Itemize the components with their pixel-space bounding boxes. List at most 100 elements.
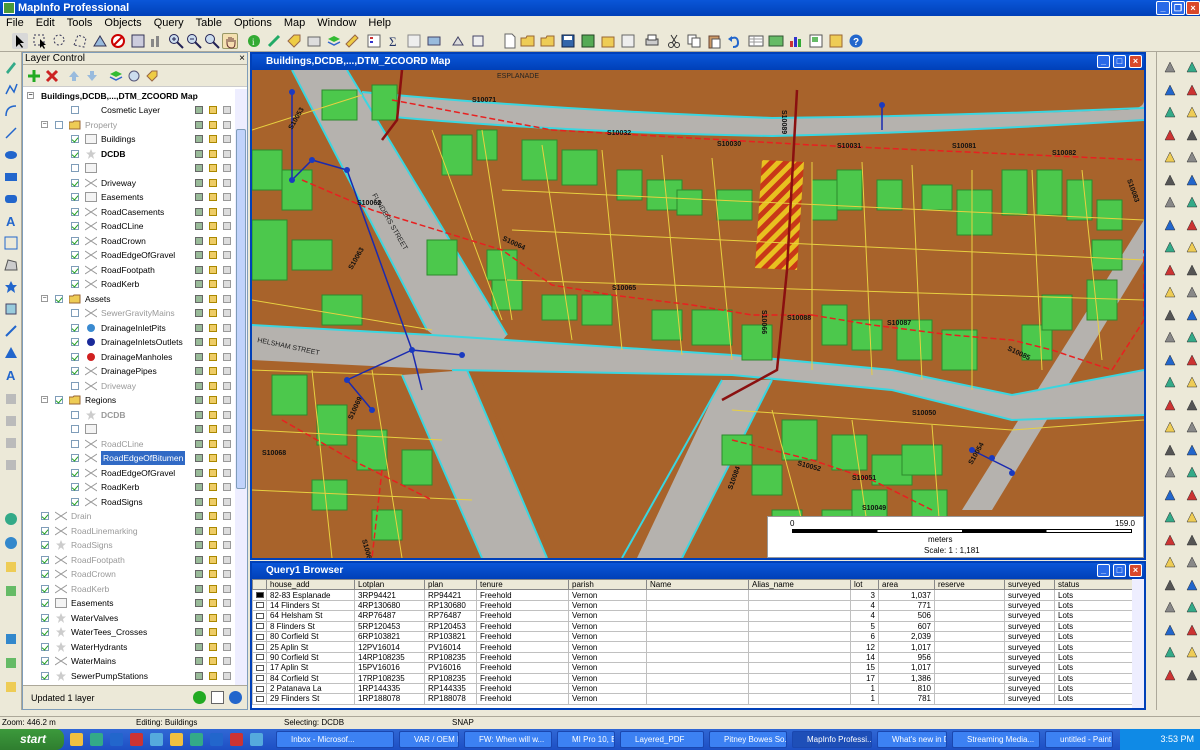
- table-cell[interactable]: RP103821: [424, 630, 477, 643]
- right-tool-icon[interactable]: [1185, 330, 1199, 344]
- editable-toggle-icon[interactable]: [195, 251, 203, 259]
- right-tool-icon[interactable]: [1185, 218, 1199, 232]
- table-cell[interactable]: [646, 651, 749, 664]
- close-icon[interactable]: ×: [1186, 1, 1200, 15]
- editable-toggle-icon[interactable]: [195, 164, 203, 172]
- restore-icon[interactable]: ❐: [1171, 1, 1185, 15]
- table-cell[interactable]: Vernon: [568, 682, 647, 695]
- column-header[interactable]: Alias_name: [748, 578, 851, 591]
- editable-toggle-icon[interactable]: [195, 454, 203, 462]
- table-cell[interactable]: Vernon: [568, 672, 647, 684]
- table-cell[interactable]: RP120453: [424, 620, 477, 632]
- table-cell[interactable]: [646, 599, 749, 612]
- layer-row[interactable]: RoadEdgeOfBitumen: [23, 451, 235, 465]
- selectable-toggle-icon[interactable]: [209, 526, 217, 535]
- label-toggle-icon[interactable]: [223, 439, 231, 448]
- label-toggle-icon[interactable]: [223, 323, 231, 332]
- label-tool-icon[interactable]: [286, 33, 302, 49]
- editable-toggle-icon[interactable]: [195, 367, 203, 375]
- selectable-toggle-icon[interactable]: [209, 497, 217, 506]
- editable-toggle-icon[interactable]: [195, 468, 203, 477]
- table-cell[interactable]: Lots: [1054, 693, 1133, 705]
- reshape-icon[interactable]: [450, 33, 466, 49]
- table-cell[interactable]: [748, 651, 851, 664]
- layer-row[interactable]: WaterHydrants: [23, 640, 235, 654]
- column-header[interactable]: parish: [568, 578, 647, 591]
- selectable-toggle-icon[interactable]: [209, 280, 217, 288]
- row-selector[interactable]: [252, 630, 267, 643]
- layer-row[interactable]: RoadCasements: [23, 205, 235, 219]
- tool-icon-h[interactable]: [4, 656, 18, 670]
- map-minimize-icon[interactable]: _: [1097, 55, 1110, 68]
- editable-toggle-icon[interactable]: [195, 265, 203, 274]
- label-toggle-icon[interactable]: [223, 164, 231, 172]
- table-cell[interactable]: surveyed: [1004, 589, 1055, 601]
- selectable-toggle-icon[interactable]: [209, 439, 217, 448]
- table-cell[interactable]: 15PV16016: [354, 662, 425, 674]
- layer-row[interactable]: RoadEdgeOfGravel: [23, 248, 235, 262]
- table-cell[interactable]: [934, 682, 1005, 695]
- label-toggle-icon[interactable]: [223, 251, 231, 259]
- selectable-toggle-icon[interactable]: [209, 251, 217, 259]
- selectable-toggle-icon[interactable]: [209, 207, 217, 216]
- right-tool-icon[interactable]: [1185, 555, 1199, 569]
- layer-row[interactable]: RoadFootpath: [23, 553, 235, 567]
- table-cell[interactable]: 8 Flinders St: [266, 620, 355, 632]
- column-header[interactable]: lot: [850, 578, 879, 591]
- quick-launch-icon[interactable]: [190, 733, 203, 746]
- table-cell[interactable]: [748, 682, 851, 695]
- status-snap[interactable]: SNAP: [452, 717, 474, 729]
- label-toggle-icon[interactable]: [223, 570, 231, 578]
- row-selector[interactable]: [252, 589, 267, 601]
- layer-visibility-checkbox[interactable]: [41, 628, 49, 636]
- layer-visibility-checkbox[interactable]: [71, 222, 79, 230]
- selectable-toggle-icon[interactable]: [209, 657, 217, 665]
- table-cell[interactable]: Lots: [1054, 630, 1133, 643]
- table-cell[interactable]: [934, 589, 1005, 601]
- copy-icon[interactable]: [686, 33, 702, 49]
- table-cell[interactable]: Freehold: [476, 599, 569, 612]
- taskbar-button[interactable]: MapInfo Professi...: [792, 731, 872, 748]
- table-cell[interactable]: RP144335: [424, 682, 477, 695]
- table-cell[interactable]: [646, 672, 749, 684]
- layer-visibility-checkbox[interactable]: [71, 497, 79, 506]
- minimize-icon[interactable]: _: [1156, 1, 1170, 15]
- table-cell[interactable]: 2,039: [878, 630, 935, 643]
- selectable-toggle-icon[interactable]: [209, 584, 217, 593]
- layer-row[interactable]: − Property: [23, 118, 235, 132]
- table-cell[interactable]: 2 Patanava La: [266, 682, 355, 695]
- table-cell[interactable]: 25 Aplin St: [266, 641, 355, 653]
- table-cell[interactable]: [748, 589, 851, 601]
- browser-minimize-icon[interactable]: _: [1097, 564, 1110, 577]
- new-redistrict-icon[interactable]: [828, 33, 844, 49]
- selectable-toggle-icon[interactable]: [209, 236, 217, 245]
- column-header[interactable]: house_add: [266, 578, 355, 591]
- layer-row[interactable]: RoadEdgeOfGravel: [23, 466, 235, 480]
- table-cell[interactable]: Freehold: [476, 610, 569, 622]
- tool-icon-c[interactable]: [4, 436, 18, 450]
- right-tool-icon[interactable]: [1185, 533, 1199, 547]
- table-cell[interactable]: Vernon: [568, 589, 647, 601]
- right-tool-icon[interactable]: [1185, 240, 1199, 254]
- map-collapse-icon[interactable]: −: [27, 92, 34, 99]
- open-dbms-icon[interactable]: [600, 33, 616, 49]
- layer-group-collapse-icon[interactable]: −: [41, 120, 48, 128]
- editable-toggle-icon[interactable]: [195, 439, 203, 448]
- table-cell[interactable]: [934, 620, 1005, 632]
- label-toggle-icon[interactable]: [223, 106, 231, 114]
- right-tool-icon[interactable]: [1163, 285, 1177, 299]
- layer-help-icon[interactable]: [229, 691, 242, 704]
- layer-visibility-checkbox[interactable]: [41, 526, 49, 535]
- layer-row[interactable]: WaterValves: [23, 611, 235, 625]
- right-tool-icon[interactable]: [1163, 240, 1177, 254]
- layer-visibility-checkbox[interactable]: [71, 280, 79, 288]
- layer-row[interactable]: SewerGravityMains: [23, 306, 235, 320]
- apply-ok-icon[interactable]: [193, 691, 206, 704]
- table-cell[interactable]: [748, 662, 851, 674]
- layer-visibility-checkbox[interactable]: [71, 193, 79, 201]
- browser-close-icon[interactable]: ×: [1129, 564, 1142, 577]
- display-options-icon[interactable]: [127, 69, 141, 83]
- column-header[interactable]: plan: [424, 578, 477, 591]
- table-cell[interactable]: Vernon: [568, 651, 647, 664]
- label-toggle-icon[interactable]: [223, 207, 231, 216]
